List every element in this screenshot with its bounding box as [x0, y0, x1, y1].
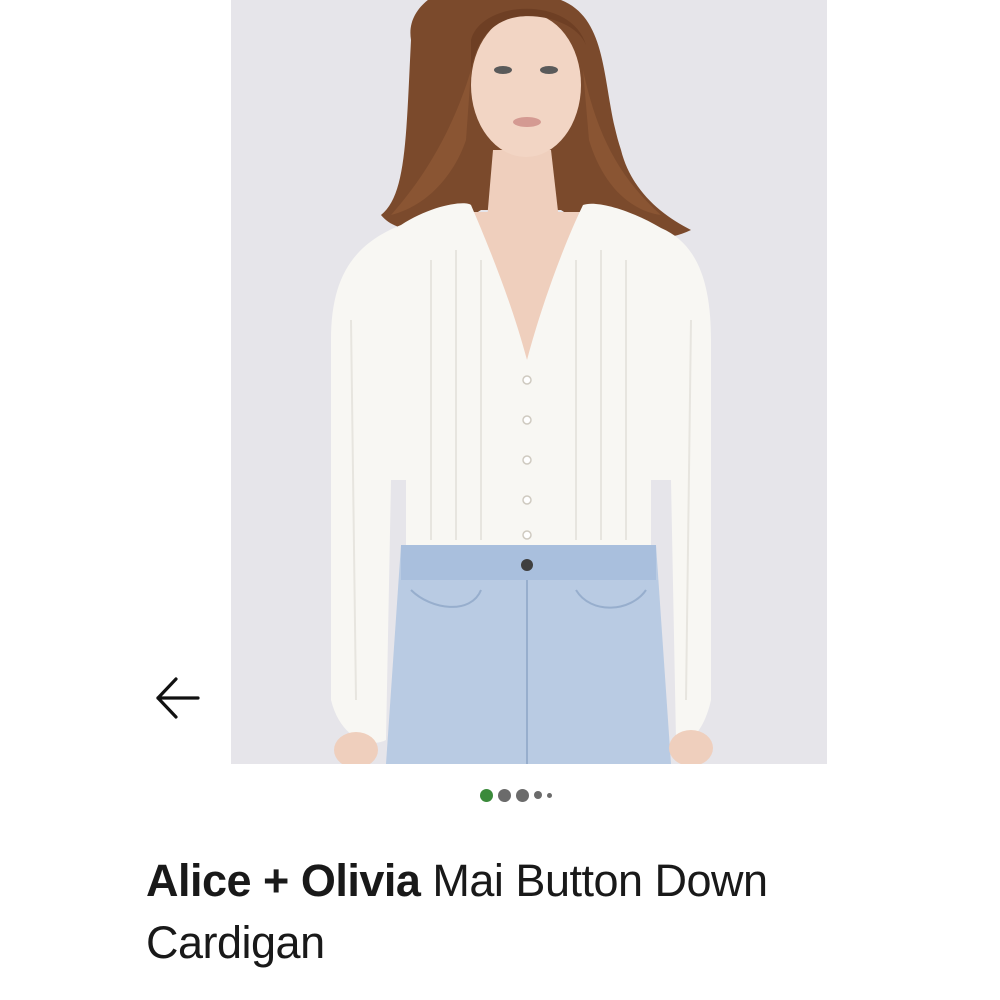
carousel-dot-active[interactable]	[480, 788, 493, 802]
carousel-dot[interactable]	[547, 792, 552, 798]
product-image[interactable]	[231, 0, 827, 764]
carousel-dot[interactable]	[498, 788, 511, 802]
carousel-dots[interactable]	[480, 787, 580, 803]
product-title: Alice + Olivia Mai Button Down Cardigan	[146, 850, 906, 974]
back-button[interactable]	[148, 668, 208, 728]
product-photo	[231, 0, 827, 764]
product-brand: Alice + Olivia	[146, 855, 421, 906]
carousel-dot[interactable]	[534, 791, 542, 799]
arrow-left-icon	[156, 677, 200, 719]
product-page: Alice + Olivia Mai Button Down Cardigan	[0, 0, 1000, 1000]
carousel-dot[interactable]	[516, 788, 529, 802]
